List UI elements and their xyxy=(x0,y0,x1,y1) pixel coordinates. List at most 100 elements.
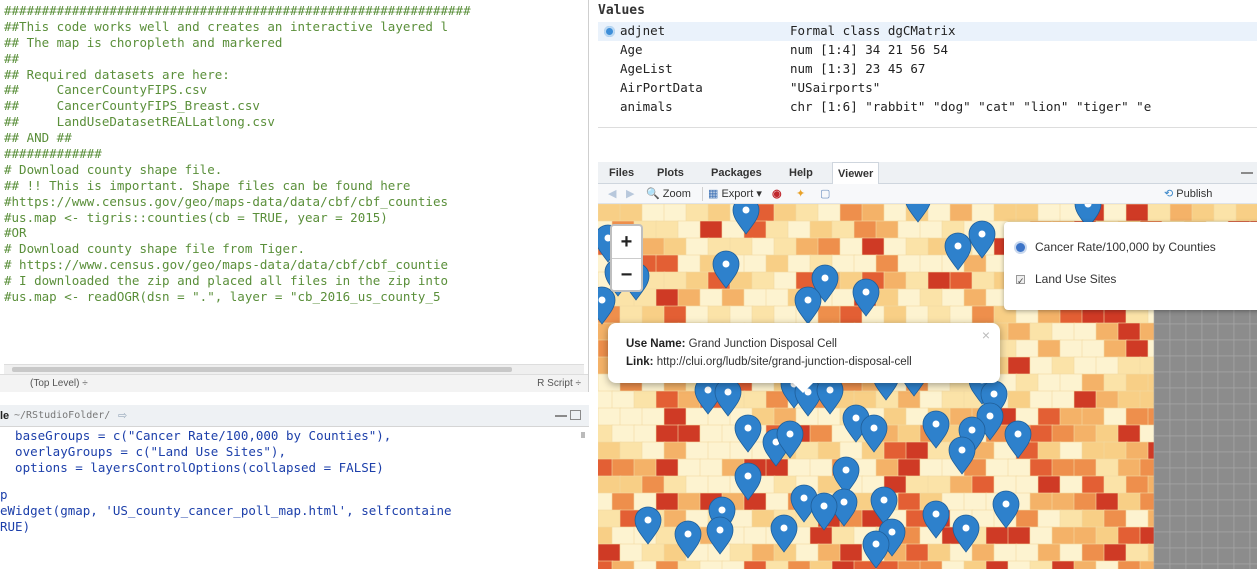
env-var-value: num [1:3] 23 45 67 xyxy=(790,61,926,76)
scope-selector[interactable]: (Top Level) ÷ xyxy=(30,378,88,389)
expand-icon[interactable] xyxy=(604,26,615,37)
code-line[interactable]: #us.map <- readOGR(dsn = ".", layer = "c… xyxy=(4,289,584,305)
radio-icon[interactable] xyxy=(1016,243,1025,253)
marker-dot xyxy=(1002,500,1010,508)
use-name-label: Use Name: xyxy=(626,338,686,350)
code-line[interactable]: # Download county shape file. xyxy=(4,162,584,178)
map-marker[interactable] xyxy=(952,514,980,553)
map-marker[interactable] xyxy=(944,232,972,271)
code-line[interactable]: ##This code works well and creates an in… xyxy=(4,19,584,35)
map-marker[interactable] xyxy=(948,436,976,475)
marker-dot xyxy=(786,430,794,438)
env-row[interactable]: AgeList num [1:3] 23 45 67 xyxy=(598,60,1257,79)
tab-files[interactable]: Files xyxy=(604,162,639,184)
tab-viewer[interactable]: Viewer xyxy=(832,162,880,184)
code-line[interactable]: #OR xyxy=(4,225,584,241)
broom-icon[interactable]: ✦ xyxy=(796,187,805,201)
map-marker[interactable] xyxy=(810,492,838,531)
marker-dot xyxy=(862,288,870,296)
map-marker[interactable] xyxy=(862,530,890,569)
code-line[interactable]: ## LandUseDatasetREALLatlong.csv xyxy=(4,114,584,130)
code-line[interactable]: ## !! This is important. Shape files can… xyxy=(4,178,584,194)
code-line[interactable]: ## AND ## xyxy=(4,130,584,146)
tab-packages[interactable]: Packages xyxy=(706,162,767,184)
code-line[interactable]: ## CancerCountyFIPS.csv xyxy=(4,82,584,98)
map-marker[interactable] xyxy=(905,204,931,223)
leaflet-map[interactable]: + − Cancer Rate/100,000 by Counties Land… xyxy=(598,204,1257,569)
overlay-layer-option[interactable]: Land Use Sites xyxy=(1016,270,1116,290)
console-output[interactable]: baseGroups = c("Cancer Rate/100,000 by C… xyxy=(0,428,589,569)
file-type-selector[interactable]: R Script ÷ xyxy=(537,378,581,389)
checkbox-icon[interactable] xyxy=(1016,272,1025,290)
minimize-icon[interactable] xyxy=(1241,172,1253,174)
env-row[interactable]: animals chr [1:6] "rabbit" "dog" "cat" "l… xyxy=(598,98,1257,117)
code-line[interactable]: ############# xyxy=(4,146,584,162)
marker-dot xyxy=(821,274,829,282)
map-marker[interactable] xyxy=(634,506,662,545)
map-marker[interactable] xyxy=(712,250,740,289)
popout-icon[interactable]: ▢ xyxy=(820,187,830,201)
zoom-button[interactable]: 🔍 Zoom xyxy=(646,187,691,201)
clear-viewer-icon[interactable]: ◉ xyxy=(772,187,782,201)
map-marker[interactable] xyxy=(852,278,880,317)
code-line[interactable]: ## xyxy=(4,51,584,67)
base-layer-option[interactable]: Cancer Rate/100,000 by Counties xyxy=(1016,238,1216,256)
map-marker[interactable] xyxy=(922,500,950,539)
forward-arrow-icon[interactable]: ▶ xyxy=(626,187,634,201)
back-arrow-icon[interactable]: ◀ xyxy=(608,187,616,201)
minimize-icon[interactable] xyxy=(555,415,567,417)
code-line[interactable]: ## Required datasets are here: xyxy=(4,67,584,83)
link-label: Link: xyxy=(626,356,654,368)
marker-dot xyxy=(716,526,724,534)
map-marker[interactable] xyxy=(770,514,798,553)
code-line[interactable]: #us.map <- tigris::counties(cb = TRUE, y… xyxy=(4,210,584,226)
map-marker[interactable] xyxy=(706,516,734,555)
code-line[interactable]: # I downloaded the zip and placed all fi… xyxy=(4,273,584,289)
publish-button[interactable]: ⟲ Publish xyxy=(1164,187,1212,201)
code-line[interactable]: # https://www.census.gov/geo/maps-data/d… xyxy=(4,257,584,273)
map-marker[interactable] xyxy=(794,286,822,325)
close-icon[interactable]: × xyxy=(982,327,990,343)
marker-dot xyxy=(888,528,896,536)
map-marker[interactable] xyxy=(714,378,742,417)
code-line[interactable]: # Download county shape file from Tiger. xyxy=(4,241,584,257)
tab-plots[interactable]: Plots xyxy=(652,162,689,184)
editor-horizontal-scrollbar[interactable] xyxy=(4,364,584,374)
map-marker[interactable] xyxy=(598,286,616,325)
map-marker[interactable] xyxy=(1004,420,1032,459)
map-marker[interactable] xyxy=(674,520,702,559)
zoom-label: Zoom xyxy=(662,188,691,200)
console-scrollbar[interactable] xyxy=(581,432,585,438)
export-button[interactable]: ▦ Export ▾ xyxy=(708,187,762,201)
map-marker[interactable] xyxy=(832,456,860,495)
marker-dot xyxy=(932,420,940,428)
go-to-directory-icon[interactable]: ⇨ xyxy=(118,409,127,422)
env-row[interactable]: AirPortData "USairports" xyxy=(598,79,1257,98)
marker-dot xyxy=(744,424,752,432)
map-marker[interactable] xyxy=(734,462,762,501)
code-line[interactable]: ########################################… xyxy=(4,3,584,19)
source-editor[interactable]: ########################################… xyxy=(0,0,589,392)
tab-help[interactable]: Help xyxy=(784,162,818,184)
map-marker[interactable] xyxy=(922,410,950,449)
map-marker[interactable] xyxy=(968,220,996,259)
map-marker[interactable] xyxy=(870,486,898,525)
marker-dot xyxy=(986,412,994,420)
map-marker[interactable] xyxy=(992,490,1020,529)
marker-dot xyxy=(870,424,878,432)
maximize-icon[interactable] xyxy=(570,410,581,420)
code-area[interactable]: ########################################… xyxy=(4,3,584,363)
env-row[interactable]: Age num [1:4] 34 21 56 54 xyxy=(598,41,1257,60)
code-line[interactable]: ## CancerCountyFIPS_Breast.csv xyxy=(4,98,584,114)
zoom-out-button[interactable]: − xyxy=(612,259,641,291)
map-marker[interactable] xyxy=(860,414,888,453)
env-row[interactable]: adjnet Formal class dgCMatrix xyxy=(598,22,1257,41)
env-section-header: Values xyxy=(598,3,645,18)
code-line[interactable]: #https://www.census.gov/geo/maps-data/da… xyxy=(4,194,584,210)
viewer-toolbar: ◀ ▶ 🔍 Zoom ▦ Export ▾ ◉ ✦ ▢ ⟲ Publish xyxy=(598,184,1257,204)
map-marker[interactable] xyxy=(734,414,762,453)
scrollbar-thumb[interactable] xyxy=(12,367,512,372)
zoom-in-button[interactable]: + xyxy=(612,226,641,258)
code-line[interactable]: ## The map is choropleth and markered xyxy=(4,35,584,51)
link-value[interactable]: http://clui.org/ludb/site/grand-junction… xyxy=(657,356,912,368)
